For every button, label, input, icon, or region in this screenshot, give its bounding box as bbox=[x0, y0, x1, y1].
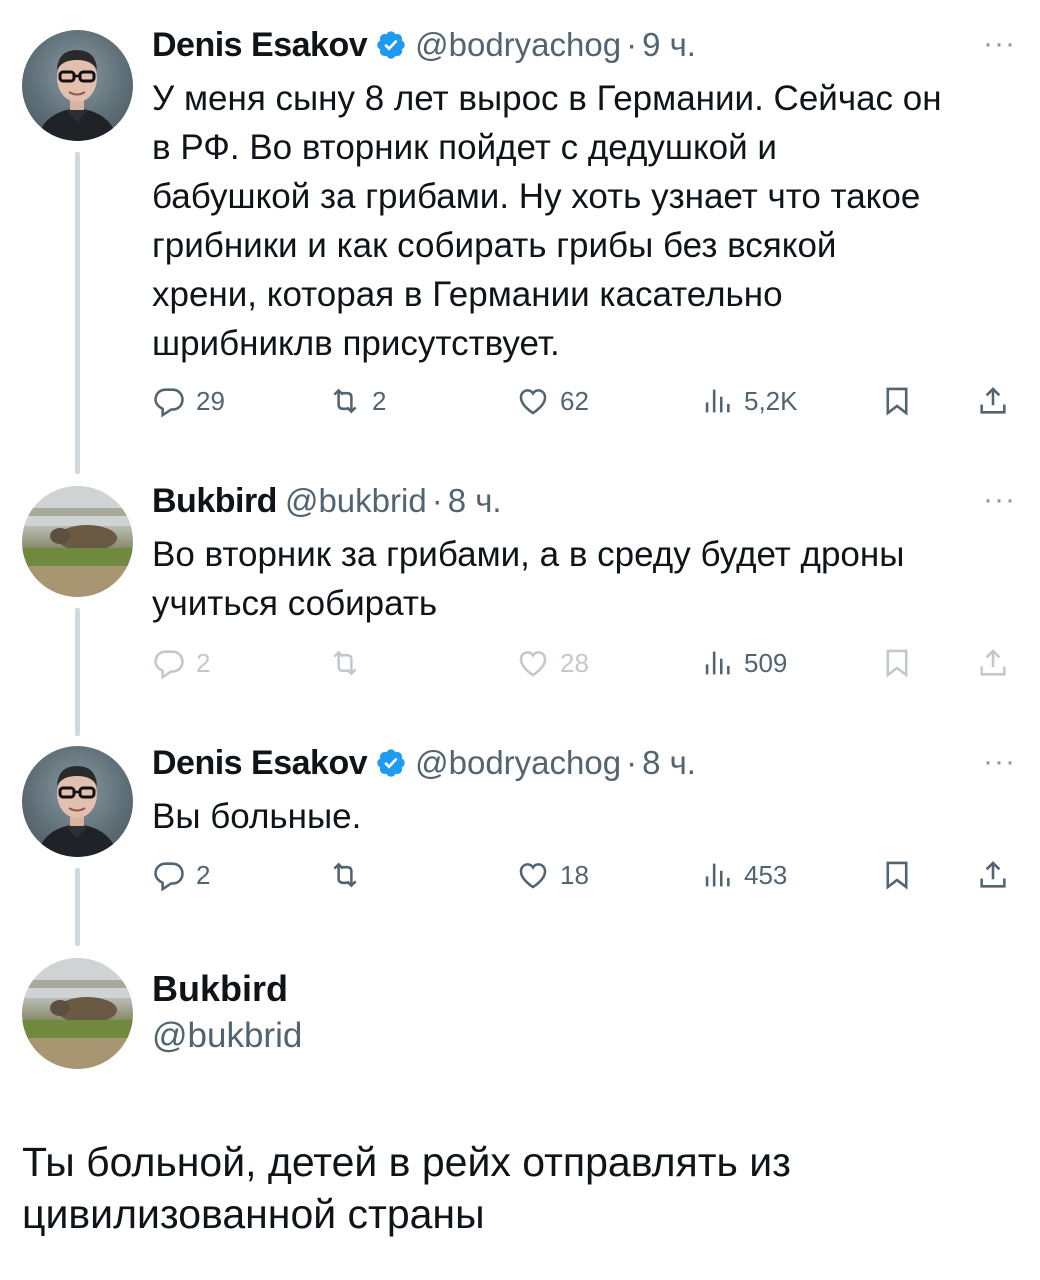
bookmark-button[interactable] bbox=[880, 858, 914, 892]
separator-dot: · bbox=[626, 744, 638, 781]
tweet-actions: 2 28 509 bbox=[152, 646, 1022, 686]
thread-line bbox=[75, 152, 80, 474]
separator-dot: · bbox=[626, 26, 638, 63]
more-options-icon[interactable]: ··· bbox=[983, 485, 1016, 515]
reply-count: 2 bbox=[196, 647, 211, 678]
share-icon bbox=[980, 649, 1006, 676]
repost-button[interactable]: 2 bbox=[328, 384, 386, 418]
verified-badge-icon bbox=[377, 31, 405, 59]
verified-badge-icon bbox=[377, 749, 405, 777]
heart-icon bbox=[519, 389, 547, 415]
tweet-text: У меня сыну 8 лет вырос в Германии. Сейч… bbox=[152, 79, 942, 363]
like-count: 28 bbox=[560, 647, 589, 678]
views-button[interactable]: 5,2K bbox=[700, 384, 798, 418]
reply-count: 29 bbox=[196, 385, 225, 416]
avatar-denis[interactable] bbox=[22, 746, 133, 857]
like-button[interactable]: 18 bbox=[516, 858, 589, 892]
reply-icon bbox=[154, 650, 184, 680]
avatar-bukbird[interactable] bbox=[22, 958, 133, 1069]
avatar-denis[interactable] bbox=[22, 30, 133, 141]
repost-icon bbox=[333, 862, 357, 888]
author-handle[interactable]: @bukbrid bbox=[152, 1016, 302, 1056]
views-count: 5,2K bbox=[744, 385, 798, 416]
share-button[interactable] bbox=[976, 858, 1010, 892]
views-icon bbox=[705, 863, 730, 887]
tweet-header: Denis Esakov @bodryachog · 8 ч. bbox=[152, 740, 696, 786]
separator-dot: · bbox=[431, 482, 443, 519]
author-handle[interactable]: @bukbrid bbox=[285, 482, 427, 520]
author-name[interactable]: Denis Esakov bbox=[152, 744, 368, 783]
views-icon bbox=[705, 389, 730, 413]
avatar-bukbird[interactable] bbox=[22, 486, 133, 597]
bookmark-icon bbox=[886, 649, 908, 678]
reply-count: 2 bbox=[196, 859, 211, 890]
more-options-icon[interactable]: ··· bbox=[983, 747, 1016, 777]
views-icon bbox=[705, 651, 730, 675]
reply-button[interactable]: 2 bbox=[152, 858, 210, 892]
tweet-text: Вы больные. bbox=[152, 797, 362, 836]
views-count: 509 bbox=[744, 647, 788, 678]
tweet-time[interactable]: 9 ч. bbox=[642, 26, 696, 64]
heart-icon bbox=[519, 863, 547, 889]
like-count: 18 bbox=[560, 859, 589, 890]
reply-button[interactable]: 2 bbox=[152, 646, 210, 680]
thread-line bbox=[75, 608, 80, 736]
author-handle[interactable]: @bodryachog bbox=[415, 26, 621, 64]
like-button[interactable]: 28 bbox=[516, 646, 589, 680]
repost-icon bbox=[333, 388, 357, 414]
repost-icon bbox=[333, 650, 357, 676]
views-button[interactable]: 453 bbox=[700, 858, 787, 892]
repost-button[interactable] bbox=[328, 646, 372, 680]
author-name[interactable]: Bukbird bbox=[152, 968, 288, 1010]
like-count: 62 bbox=[560, 385, 589, 416]
tweet-actions: 29 2 62 5,2K bbox=[152, 384, 1022, 424]
tweet-actions: 2 18 453 bbox=[152, 858, 1022, 898]
reply-text: Ты больной, детей в рейх отправлять из ц… bbox=[22, 1139, 791, 1237]
tweet-time[interactable]: 8 ч. bbox=[642, 744, 696, 782]
bookmark-button[interactable] bbox=[880, 646, 914, 680]
tweet-header: Denis Esakov @bodryachog · 9 ч. bbox=[152, 22, 696, 68]
bookmark-icon bbox=[886, 387, 908, 416]
heart-icon bbox=[519, 651, 547, 677]
repost-button[interactable] bbox=[328, 858, 372, 892]
bookmark-icon bbox=[886, 861, 908, 890]
thread-line bbox=[75, 868, 80, 946]
author-name[interactable]: Denis Esakov bbox=[152, 26, 368, 65]
author-handle[interactable]: @bodryachog bbox=[415, 744, 621, 782]
tweet-time[interactable]: 8 ч. bbox=[448, 482, 502, 520]
repost-count: 2 bbox=[372, 385, 387, 416]
share-button[interactable] bbox=[976, 384, 1010, 418]
share-icon bbox=[980, 387, 1006, 414]
views-count: 453 bbox=[744, 859, 788, 890]
reply-icon bbox=[154, 862, 184, 892]
author-name[interactable]: Bukbird bbox=[152, 482, 277, 521]
reply-icon bbox=[154, 388, 184, 418]
share-icon bbox=[980, 861, 1006, 888]
bookmark-button[interactable] bbox=[880, 384, 914, 418]
like-button[interactable]: 62 bbox=[516, 384, 589, 418]
more-options-icon[interactable]: ··· bbox=[983, 29, 1016, 59]
tweet-header: Bukbird @bukbrid · 8 ч. bbox=[152, 478, 502, 524]
tweet-text: Во вторник за грибами, а в среду будет д… bbox=[152, 535, 905, 623]
share-button[interactable] bbox=[976, 646, 1010, 680]
views-button[interactable]: 509 bbox=[700, 646, 787, 680]
reply-button[interactable]: 29 bbox=[152, 384, 225, 418]
